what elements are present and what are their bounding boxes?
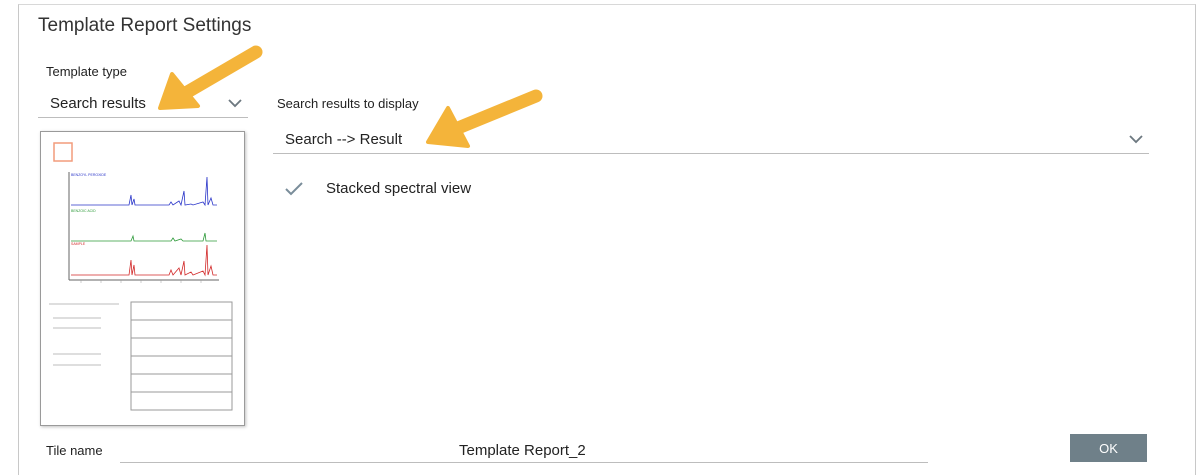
template-preview-thumbnail: BENZOYL PEROXIDE BENZOIC ACID SAMPLE	[40, 131, 245, 426]
report-preview-graphic: BENZOYL PEROXIDE BENZOIC ACID SAMPLE	[49, 142, 233, 411]
svg-text:BENZOYL PEROXIDE: BENZOYL PEROXIDE	[71, 173, 107, 177]
arrow-pointer-icon	[158, 45, 263, 110]
chevron-down-icon	[1129, 134, 1143, 143]
tile-name-input[interactable]: Template Report_2	[459, 442, 586, 459]
dialog-title: Template Report Settings	[38, 15, 252, 36]
template-type-label: Template type	[46, 64, 127, 79]
check-icon	[285, 181, 303, 195]
arrow-pointer-icon	[426, 89, 543, 148]
ok-button[interactable]: OK	[1070, 434, 1147, 462]
search-results-display-value: Search --> Result	[285, 131, 403, 148]
template-type-value: Search results	[50, 95, 146, 112]
display-label: Search results to display	[277, 96, 419, 111]
stacked-spectral-view-checkbox[interactable]: Stacked spectral view	[284, 180, 471, 197]
svg-text:BENZOIC ACID: BENZOIC ACID	[71, 209, 96, 213]
tile-name-underline	[120, 462, 928, 463]
stacked-spectral-view-label: Stacked spectral view	[326, 180, 472, 197]
logo-placeholder	[53, 142, 73, 162]
search-results-display-select[interactable]: Search --> Result	[273, 126, 1149, 154]
svg-text:SAMPLE: SAMPLE	[71, 242, 86, 246]
tile-name-label: Tile name	[46, 443, 103, 458]
